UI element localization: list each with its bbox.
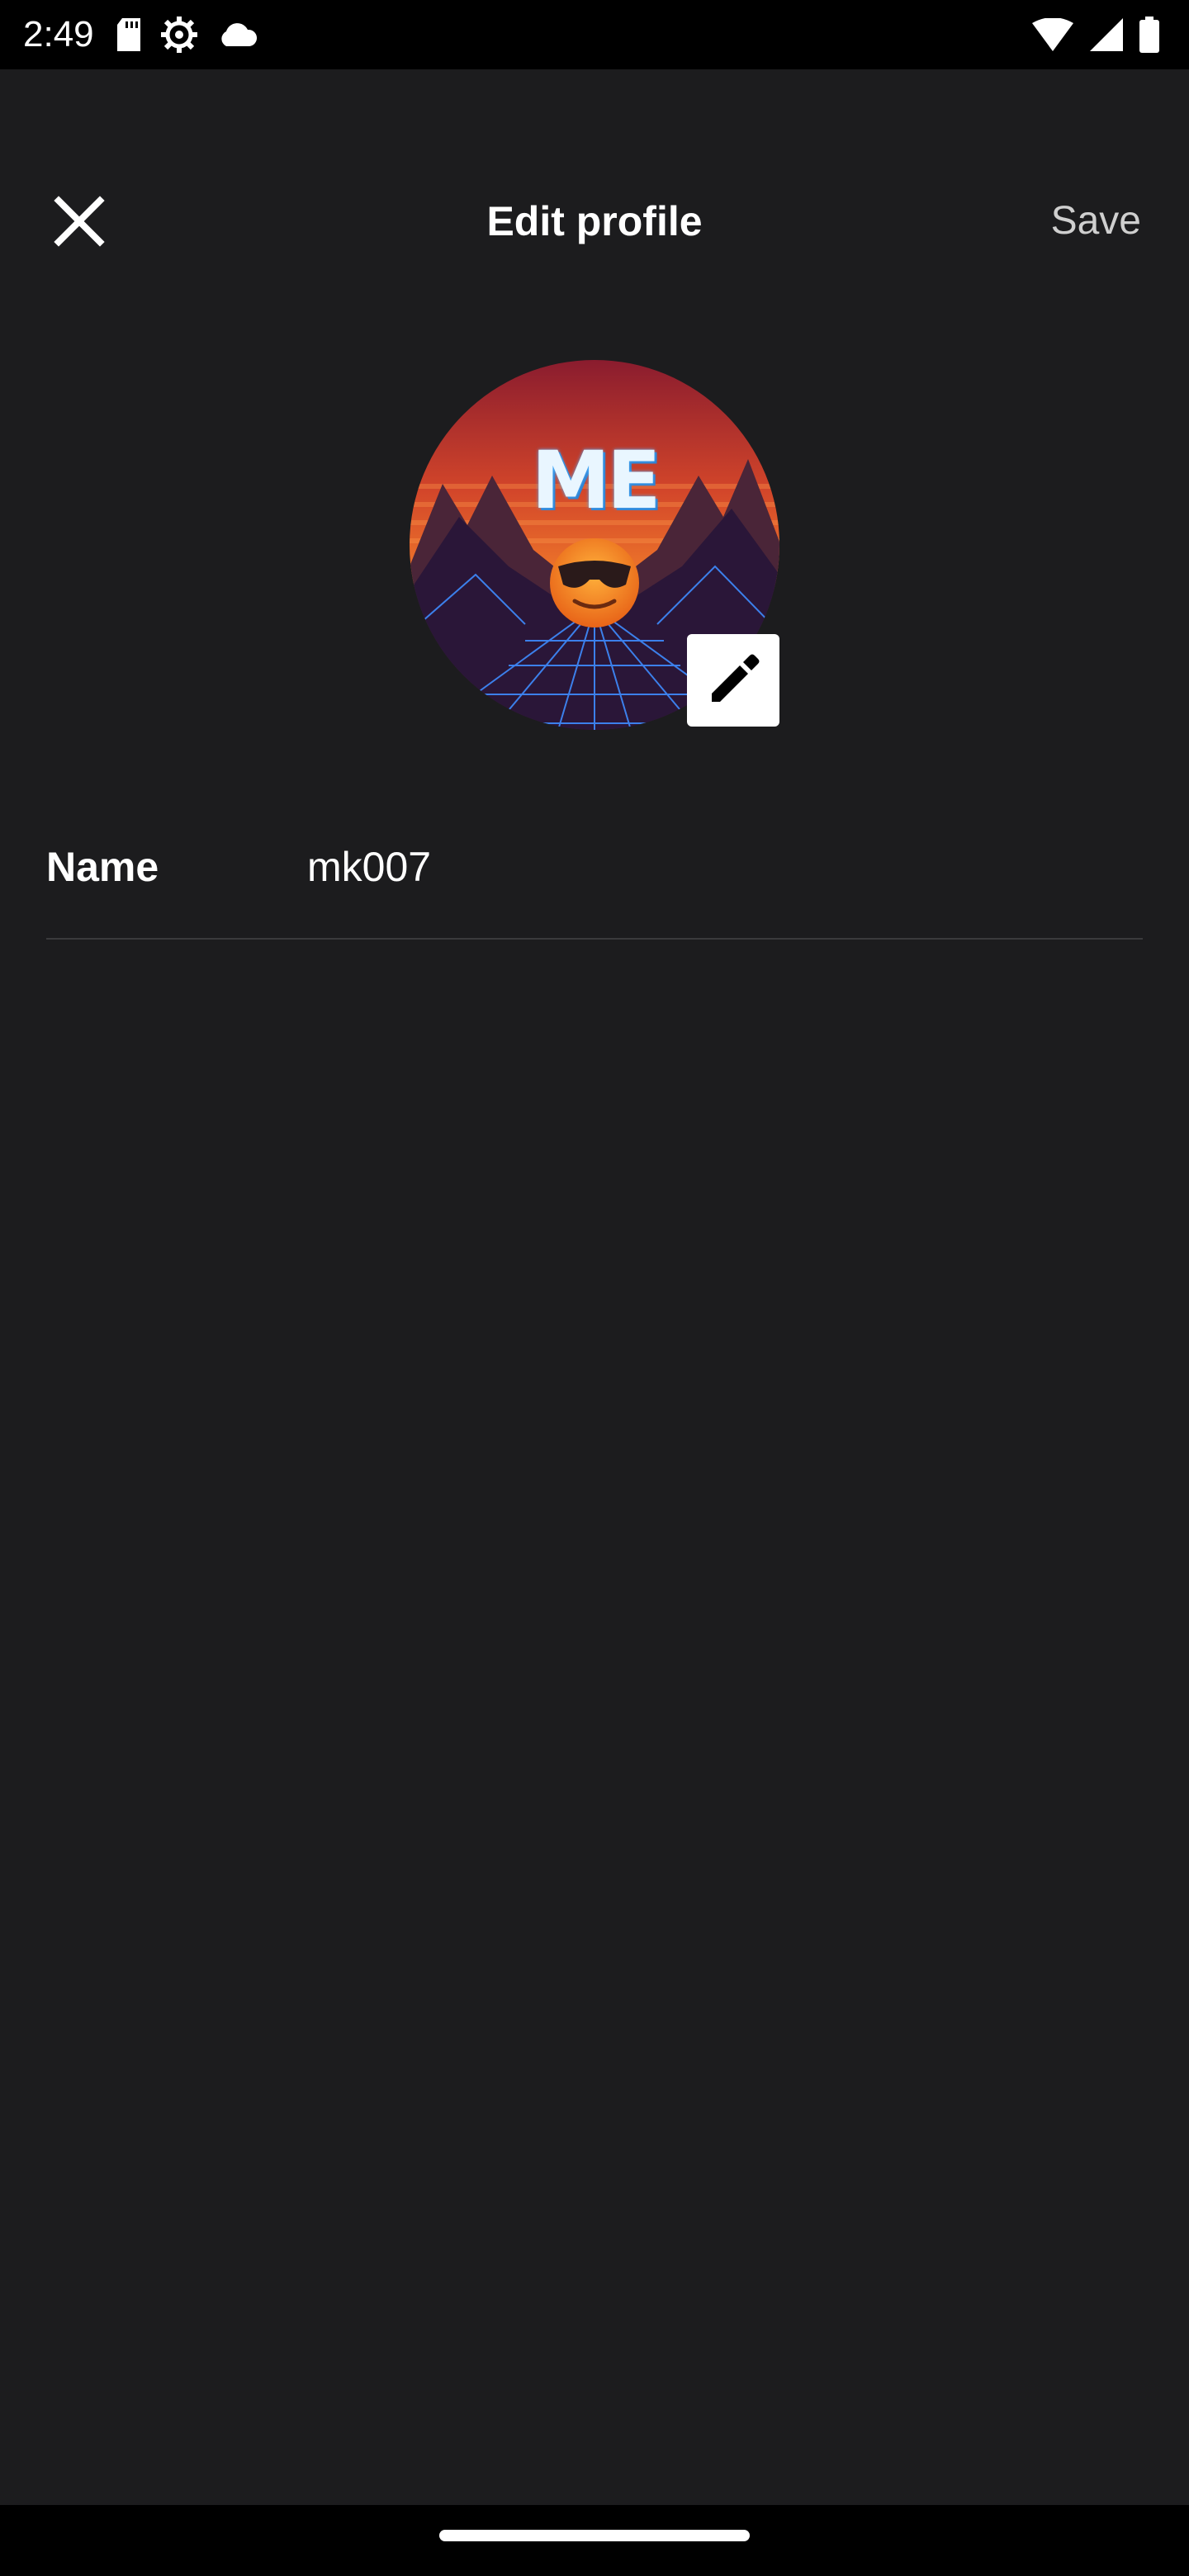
pencil-icon bbox=[703, 651, 763, 710]
navigation-bar bbox=[0, 2505, 1189, 2576]
save-button[interactable]: Save bbox=[1051, 192, 1141, 251]
wifi-icon bbox=[1032, 18, 1073, 51]
name-row: Name bbox=[46, 809, 1143, 940]
sd-card-icon bbox=[116, 18, 142, 51]
app-bar: Edit profile Save bbox=[0, 157, 1189, 281]
home-indicator[interactable] bbox=[439, 2530, 750, 2541]
page-title: Edit profile bbox=[486, 198, 703, 244]
name-field[interactable] bbox=[307, 834, 1133, 900]
name-label: Name bbox=[46, 844, 159, 890]
status-bar: 2:49 bbox=[0, 0, 1189, 69]
status-time: 2:49 bbox=[23, 14, 94, 54]
status-right-icons bbox=[1032, 15, 1159, 54]
cloud-icon bbox=[216, 21, 258, 48]
status-left-icons bbox=[116, 15, 258, 54]
settings-gear-icon bbox=[160, 16, 198, 54]
cell-signal-icon bbox=[1090, 18, 1123, 51]
edit-avatar-button[interactable] bbox=[687, 634, 779, 727]
battery-icon bbox=[1139, 17, 1159, 53]
avatar-image-text: ME bbox=[531, 434, 661, 527]
avatar-section: ME bbox=[410, 360, 779, 730]
